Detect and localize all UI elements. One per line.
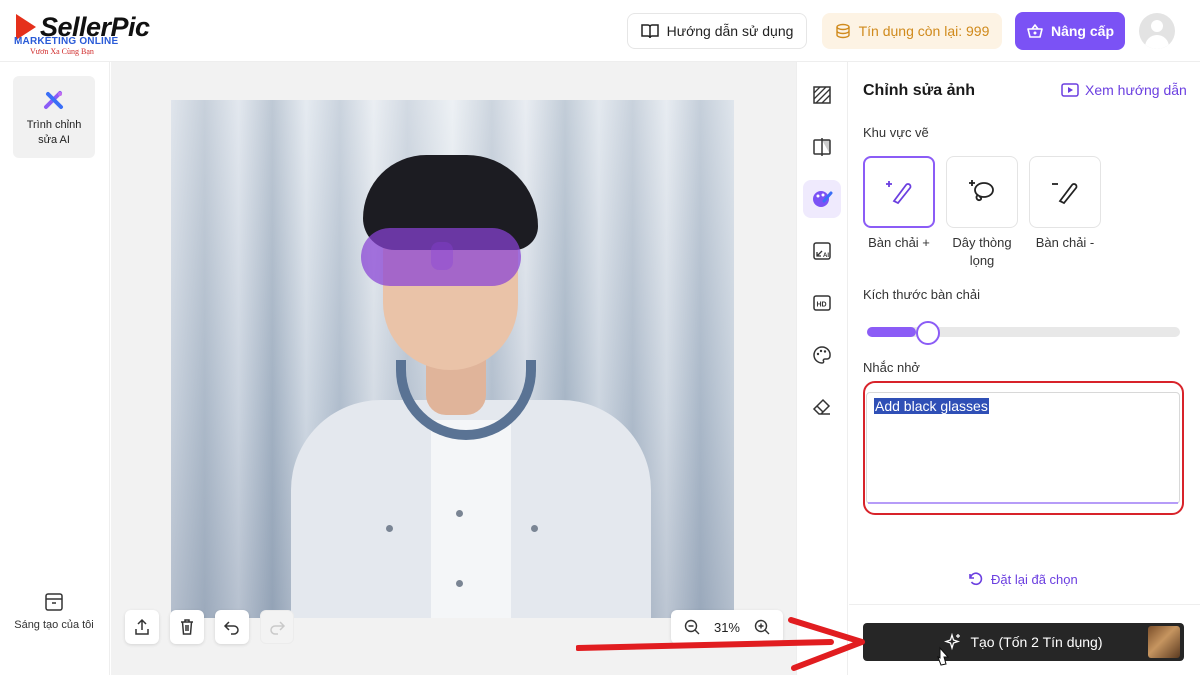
tool-background-remove[interactable] xyxy=(803,76,841,114)
photo-button xyxy=(456,510,463,517)
create-label: Tạo (Tốn 2 Tín dụng) xyxy=(970,634,1103,650)
svg-text:AI: AI xyxy=(823,253,829,259)
sidebar-item-ai-editor[interactable]: Trình chỉnh sửa AI xyxy=(13,76,95,158)
ai-expand-icon: AI xyxy=(813,242,831,260)
sidebar-item-my-creations[interactable]: Sáng tạo của tôi xyxy=(10,592,98,633)
photo-button xyxy=(531,525,538,532)
lasso-option[interactable] xyxy=(946,156,1018,228)
guide-label: Hướng dẫn sử dụng xyxy=(666,23,794,39)
tool-hd-upscale[interactable]: HD xyxy=(803,284,841,322)
sidebar-item-label: Trình chỉnh sửa AI xyxy=(26,119,82,146)
canvas-area: 31% xyxy=(111,62,796,675)
upload-icon xyxy=(135,618,149,635)
tool-strip: AI HD xyxy=(796,62,848,675)
brush-size-label: Kích thước bàn chải xyxy=(863,287,980,302)
palette-icon xyxy=(813,346,831,364)
app-window: SellerPic MARKETING ONLINE Vươn Xa Cùng … xyxy=(0,0,1200,675)
reset-label: Đặt lại đã chọn xyxy=(991,571,1078,587)
tool-compare[interactable] xyxy=(803,128,841,166)
draw-area-label: Khu vực vẽ xyxy=(863,125,929,140)
help-label: Xem hướng dẫn xyxy=(1085,82,1187,98)
brush-plus-icon xyxy=(886,181,912,205)
annotation-arrow xyxy=(576,617,865,671)
crown-basket-icon xyxy=(1027,24,1043,38)
undo-button[interactable] xyxy=(215,610,249,644)
brush-mask-overlay xyxy=(361,228,521,286)
undo-icon xyxy=(223,621,239,635)
tool-ai-expand[interactable]: AI xyxy=(803,232,841,270)
panel-title: Chỉnh sửa ảnh xyxy=(863,82,976,99)
svg-text:HD: HD xyxy=(817,302,827,309)
trash-icon xyxy=(181,619,193,635)
tool-ai-edit[interactable] xyxy=(803,180,841,218)
prompt-text: Add black glasses xyxy=(874,398,989,414)
portrait-photo[interactable] xyxy=(171,100,734,618)
help-link[interactable]: Xem hướng dẫn xyxy=(1061,82,1187,98)
result-thumbnail[interactable] xyxy=(1148,626,1180,658)
watermark-line1: MARKETING ONLINE xyxy=(14,36,119,47)
compare-icon xyxy=(813,138,831,156)
prompt-label: Nhắc nhở xyxy=(863,360,920,375)
avatar[interactable] xyxy=(1139,13,1175,49)
background-pattern-icon xyxy=(813,86,831,104)
edit-panel: Chỉnh sửa ảnh Xem hướng dẫn Khu vực vẽ B… xyxy=(849,62,1200,675)
prompt-focus-line xyxy=(868,502,1178,504)
redo-button[interactable] xyxy=(260,610,294,644)
delete-button[interactable] xyxy=(170,610,204,644)
hd-icon: HD xyxy=(813,295,831,311)
logo[interactable]: SellerPic MARKETING ONLINE Vươn Xa Cùng … xyxy=(12,10,162,58)
top-bar: SellerPic MARKETING ONLINE Vươn Xa Cùng … xyxy=(0,0,1200,62)
export-button[interactable] xyxy=(125,610,159,644)
coins-icon xyxy=(835,23,850,39)
lasso-icon xyxy=(969,180,994,202)
eraser-icon xyxy=(812,398,831,415)
ai-tools-icon xyxy=(44,91,63,109)
brush-minus-option[interactable] xyxy=(1029,156,1101,228)
left-sidebar: Trình chỉnh sửa AI Sáng tạo của tôi xyxy=(0,62,110,675)
archive-box-icon xyxy=(45,593,63,611)
mask-bridge xyxy=(431,242,453,270)
lasso-label: Dây thòng lọng xyxy=(952,235,1012,268)
photo-shirt xyxy=(431,420,511,618)
reset-selection-button[interactable]: Đặt lại đã chọn xyxy=(967,571,1078,587)
brush-plus-label: Bàn chải + xyxy=(868,235,930,250)
paint-palette-brush-icon xyxy=(813,191,833,207)
watermark-line2: Vươn Xa Cùng Bạn xyxy=(30,47,94,56)
panel-divider xyxy=(849,604,1200,605)
brush-plus-option[interactable] xyxy=(863,156,935,228)
book-icon xyxy=(640,24,659,39)
brush-size-handle[interactable] xyxy=(915,321,940,345)
brush-minus-icon xyxy=(1052,183,1078,205)
credits-badge[interactable]: Tín dụng còn lại: 999 xyxy=(822,13,1002,49)
create-button[interactable]: Tạo (Tốn 2 Tín dụng) xyxy=(863,623,1184,661)
upgrade-label: Nâng cấp xyxy=(1050,23,1114,39)
brush-size-fill xyxy=(867,327,916,337)
redo-icon xyxy=(270,621,286,635)
photo-button xyxy=(456,580,463,587)
credits-label: Tín dụng còn lại: 999 xyxy=(858,23,990,39)
avatar-body xyxy=(1145,35,1169,49)
tool-color[interactable] xyxy=(803,336,841,374)
brush-minus-label: Bàn chải - xyxy=(1035,235,1095,250)
tool-eraser[interactable] xyxy=(803,388,841,426)
photo-button xyxy=(386,525,393,532)
upgrade-button[interactable]: Nâng cấp xyxy=(1015,12,1125,50)
mouse-cursor-icon xyxy=(937,646,950,666)
avatar-head xyxy=(1151,20,1163,32)
reset-icon xyxy=(969,572,983,586)
guide-button[interactable]: Hướng dẫn sử dụng xyxy=(627,13,807,49)
sidebar-item-label: Sáng tạo của tôi xyxy=(14,619,94,631)
video-guide-icon xyxy=(1061,83,1079,97)
